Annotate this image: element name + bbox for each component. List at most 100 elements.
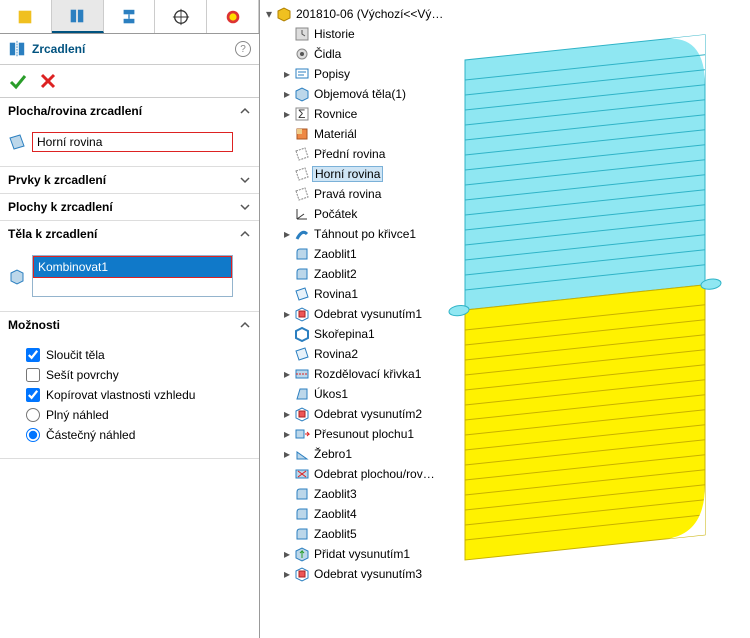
expand-icon[interactable] (282, 169, 292, 179)
tree-item[interactable]: ▸ΣRovnice (278, 104, 460, 124)
tree-item[interactable]: Zaoblit2 (278, 264, 460, 284)
tab-config[interactable] (52, 0, 104, 33)
expand-icon[interactable] (282, 349, 292, 359)
tree-item[interactable]: Zaoblit3 (278, 484, 460, 504)
plane-icon (8, 133, 26, 151)
option-fullpreview[interactable]: Plný náhled (26, 408, 251, 422)
shell-icon (294, 326, 310, 342)
mirror-plane-input[interactable] (32, 132, 233, 152)
fillet-icon (294, 526, 310, 542)
tree-item[interactable]: ▸Přidat vysunutím1 (278, 544, 460, 564)
tree-item[interactable]: Historie (278, 24, 460, 44)
section-header[interactable]: Těla k zrcadlení (0, 221, 259, 247)
expand-icon[interactable]: ▸ (282, 309, 292, 319)
tab-features[interactable] (0, 0, 52, 33)
origin-icon (294, 206, 310, 222)
section-header[interactable]: Plochy k zrcadlení (0, 194, 259, 220)
sensors-icon (294, 46, 310, 62)
tree-item[interactable]: ▸ Přesunout plochu1 (278, 424, 460, 444)
expand-icon[interactable] (282, 269, 292, 279)
tree-item[interactable]: Skořepina1 (278, 324, 460, 344)
expand-icon[interactable] (282, 529, 292, 539)
tree-item[interactable]: ▸ Táhnout po křivce1 (278, 224, 460, 244)
option-copyprops[interactable]: Kopírovat vlastnosti vzhledu (26, 388, 251, 402)
cancel-button[interactable] (38, 71, 58, 91)
tab-evaluate[interactable] (155, 0, 207, 33)
expand-icon[interactable] (282, 389, 292, 399)
refplane-icon (294, 286, 310, 302)
feature-tree: ▾ 201810-06 (Výchozí<<Vý… HistorieČidla▸… (260, 4, 460, 584)
tree-item-label: Historie (312, 27, 357, 41)
splitline-icon (294, 366, 310, 382)
expand-icon[interactable] (282, 129, 292, 139)
tree-item[interactable]: Přední rovina (278, 144, 460, 164)
tree-root[interactable]: ▾ 201810-06 (Výchozí<<Vý… (260, 4, 460, 24)
ok-button[interactable] (8, 71, 28, 91)
expand-icon[interactable]: ▸ (282, 449, 292, 459)
tree-item[interactable]: Zaoblit4 (278, 504, 460, 524)
tree-item-label: Přesunout plochu1 (312, 427, 416, 441)
tree-item[interactable]: Materiál (278, 124, 460, 144)
tree-item-label: Táhnout po křivce1 (312, 227, 418, 241)
expand-icon[interactable]: ▸ (282, 89, 292, 99)
tree-item[interactable]: Zaoblit1 (278, 244, 460, 264)
tree-item[interactable]: Pravá rovina (278, 184, 460, 204)
expand-icon[interactable] (282, 209, 292, 219)
expand-icon[interactable] (282, 149, 292, 159)
plane-icon (294, 166, 310, 182)
expand-icon[interactable]: ▸ (282, 229, 292, 239)
expand-icon[interactable]: ▸ (282, 369, 292, 379)
expand-icon[interactable] (282, 29, 292, 39)
expand-icon[interactable]: ▸ (282, 549, 292, 559)
tree-item[interactable]: ▸Objemová těla(1) (278, 84, 460, 104)
expand-icon[interactable] (282, 489, 292, 499)
option-partialpreview[interactable]: Částečný náhled (26, 428, 251, 442)
action-bar (0, 65, 259, 98)
tree-item[interactable]: Úkos1 (278, 384, 460, 404)
expand-icon[interactable] (282, 49, 292, 59)
expand-icon[interactable] (282, 289, 292, 299)
tree-item[interactable]: ▸Rozdělovací křivka1 (278, 364, 460, 384)
tree-item[interactable]: Rovina1 (278, 284, 460, 304)
body-selection[interactable]: Kombinovat1 (34, 257, 231, 277)
collapse-icon[interactable]: ▾ (264, 9, 274, 19)
boss-icon (294, 546, 310, 562)
tab-display[interactable] (104, 0, 156, 33)
expand-icon[interactable] (282, 469, 292, 479)
tab-appearance[interactable] (207, 0, 259, 33)
option-merge[interactable]: Sloučit těla (26, 348, 251, 362)
tree-item[interactable]: Rovina2 (278, 344, 460, 364)
tree-item[interactable]: ▸Žebro1 (278, 444, 460, 464)
history-icon (294, 26, 310, 42)
expand-icon[interactable] (282, 249, 292, 259)
expand-icon[interactable]: ▸ (282, 109, 292, 119)
tree-item[interactable]: Horní rovina (278, 164, 460, 184)
tree-item[interactable]: Odebrat plochou/rov… (278, 464, 460, 484)
tree-item[interactable]: ▸ Odebrat vysunutím2 (278, 404, 460, 424)
expand-icon[interactable] (282, 329, 292, 339)
expand-icon[interactable]: ▸ (282, 409, 292, 419)
tree-item[interactable]: Počátek (278, 204, 460, 224)
option-knit[interactable]: Sešít povrchy (26, 368, 251, 382)
fillet-icon (294, 486, 310, 502)
viewport-3d[interactable] (430, 20, 750, 620)
help-icon[interactable]: ? (235, 41, 251, 57)
tree-item[interactable]: ▸Popisy (278, 64, 460, 84)
tree-item-label: Odebrat vysunutím2 (312, 407, 424, 421)
graphics-area[interactable]: ▾ 201810-06 (Výchozí<<Vý… HistorieČidla▸… (260, 0, 750, 638)
tree-item[interactable]: ▸Odebrat vysunutím3 (278, 564, 460, 584)
tree-item[interactable]: Čidla (278, 44, 460, 64)
cut-icon (294, 306, 310, 322)
expand-icon[interactable] (282, 509, 292, 519)
expand-icon[interactable] (282, 189, 292, 199)
expand-icon[interactable]: ▸ (282, 569, 292, 579)
expand-icon[interactable]: ▸ (282, 69, 292, 79)
section-header[interactable]: Prvky k zrcadlení (0, 167, 259, 193)
tree-item-label: Odebrat vysunutím1 (312, 307, 424, 321)
expand-icon[interactable]: ▸ (282, 429, 292, 439)
tree-item[interactable]: ▸ Odebrat vysunutím1 (278, 304, 460, 324)
tree-item-label: Skořepina1 (312, 327, 377, 341)
tree-item[interactable]: Zaoblit5 (278, 524, 460, 544)
section-header[interactable]: Plocha/rovina zrcadlení (0, 98, 259, 124)
section-header[interactable]: Možnosti (0, 312, 259, 338)
